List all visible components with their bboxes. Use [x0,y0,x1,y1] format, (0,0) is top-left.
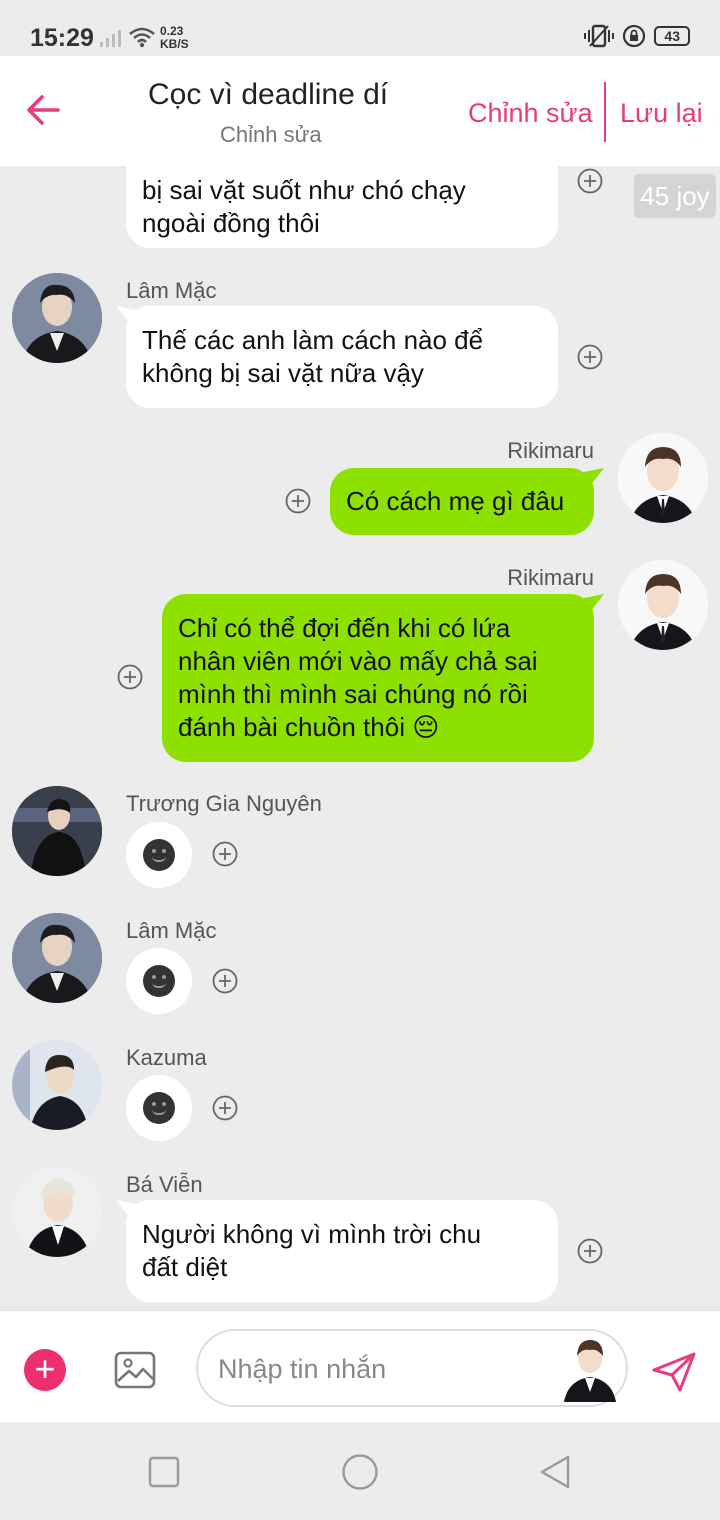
sender-avatar[interactable] [12,913,102,1003]
chat-header: Cọc vì deadline dí Chỉnh sửa Chỉnh sửa L… [0,56,720,166]
bubble-tail [584,468,604,486]
battery-indicator: 43 [654,26,690,46]
sticker-bubble[interactable] [126,1075,192,1141]
sticker-bubble[interactable] [126,822,192,888]
status-time: 15:29 [30,24,94,52]
add-reaction-icon[interactable] [577,168,603,194]
add-reaction-icon[interactable] [577,344,603,370]
header-divider [604,82,606,142]
person-icon [12,1040,102,1130]
home-icon[interactable] [341,1453,379,1491]
smiley-icon [143,839,175,871]
smiley-icon [143,1092,175,1124]
group-subtitle: Chỉnh sửa [220,122,322,147]
person-icon [12,1167,102,1257]
vibrate-icon [584,24,615,48]
message-list[interactable]: bị sai vặt suốt như chó chạy ngoài đồng … [0,166,720,1310]
status-bar: 15:29 0.23 KB/S 43 [0,0,720,56]
smiley-icon [143,965,175,997]
person-icon [12,273,102,363]
add-reaction-icon[interactable] [577,1238,603,1264]
bubble-tail [116,306,136,324]
sender-avatar[interactable] [618,433,708,523]
bubble-tail [584,594,604,612]
sender-avatar[interactable] [12,1040,102,1130]
save-button[interactable]: Lưu lại [620,98,703,129]
message-bubble[interactable]: Người không vì mình trời chu đất diệt [126,1200,558,1302]
sender-name: Kazuma [126,1045,207,1070]
message-text: đánh bài chuồn thôi 😔 [178,712,440,742]
send-icon[interactable] [650,1351,698,1393]
user-avatar[interactable] [560,1332,620,1402]
sticker-bubble[interactable] [126,948,192,1014]
person-icon [618,433,708,523]
wifi-icon [129,27,155,48]
message-text: nhân viên mới vào mấy chả sai [178,646,538,676]
message-bubble[interactable]: Có cách mẹ gì đâu [330,468,594,535]
message-bubble[interactable]: Chỉ có thể đợi đến khi có lứa nhân viên … [162,594,594,762]
person-icon [618,560,708,650]
person-icon [12,913,102,1003]
back-nav-icon[interactable] [538,1454,572,1490]
message-text: Có cách mẹ gì đâu [346,486,565,516]
add-reaction-icon[interactable] [212,968,238,994]
sender-avatar[interactable] [12,1167,102,1257]
system-nav-bar [0,1422,720,1520]
sender-name: Lâm Mặc [126,918,217,943]
add-reaction-icon[interactable] [212,1095,238,1121]
add-attachment-button[interactable]: + [24,1349,66,1391]
rotation-lock-icon [623,24,646,48]
message-input[interactable] [218,1349,558,1389]
recent-apps-icon[interactable] [148,1456,180,1488]
status-icons: 43 [584,24,690,48]
message-text: ngoài đồng thôi [142,208,320,238]
message-text: mình thì mình sai chúng nó rồi [178,679,528,709]
add-reaction-icon[interactable] [285,488,311,514]
image-icon[interactable] [114,1349,156,1391]
sender-name: Lâm Mặc [126,278,217,303]
network-speed: 0.23 KB/S [160,24,189,51]
message-bubble[interactable]: bị sai vặt suốt như chó chạy ngoài đồng … [126,166,558,248]
message-text: bị sai vặt suốt như chó chạy [142,175,466,205]
signal-icon [100,30,121,47]
group-title: Cọc vì deadline dí [148,78,389,111]
sender-name: Rikimaru [507,438,594,463]
sender-avatar[interactable] [618,560,708,650]
bubble-tail [116,1200,136,1218]
sender-avatar[interactable] [12,786,102,876]
person-icon [12,786,102,876]
sender-avatar[interactable] [12,273,102,363]
edit-button[interactable]: Chỉnh sửa [468,98,593,129]
message-text: Người không vì mình trời chu [142,1219,482,1249]
message-text: Thế các anh làm cách nào để [142,325,484,355]
add-reaction-icon[interactable] [212,841,238,867]
person-icon [564,1340,616,1402]
message-text: không bị sai vặt nữa vậy [142,358,424,388]
add-reaction-icon[interactable] [117,664,143,690]
joy-badge: 45 joy [634,174,716,218]
sender-name: Bá Viễn [126,1172,203,1197]
message-text: Chỉ có thể đợi đến khi có lứa [178,613,511,643]
sender-name: Trương Gia Nguyên [126,791,322,816]
message-bubble[interactable]: Thế các anh làm cách nào để không bị sai… [126,306,558,408]
message-text: đất diệt [142,1252,228,1282]
sender-name: Rikimaru [507,565,594,590]
back-arrow-icon[interactable] [22,88,66,132]
